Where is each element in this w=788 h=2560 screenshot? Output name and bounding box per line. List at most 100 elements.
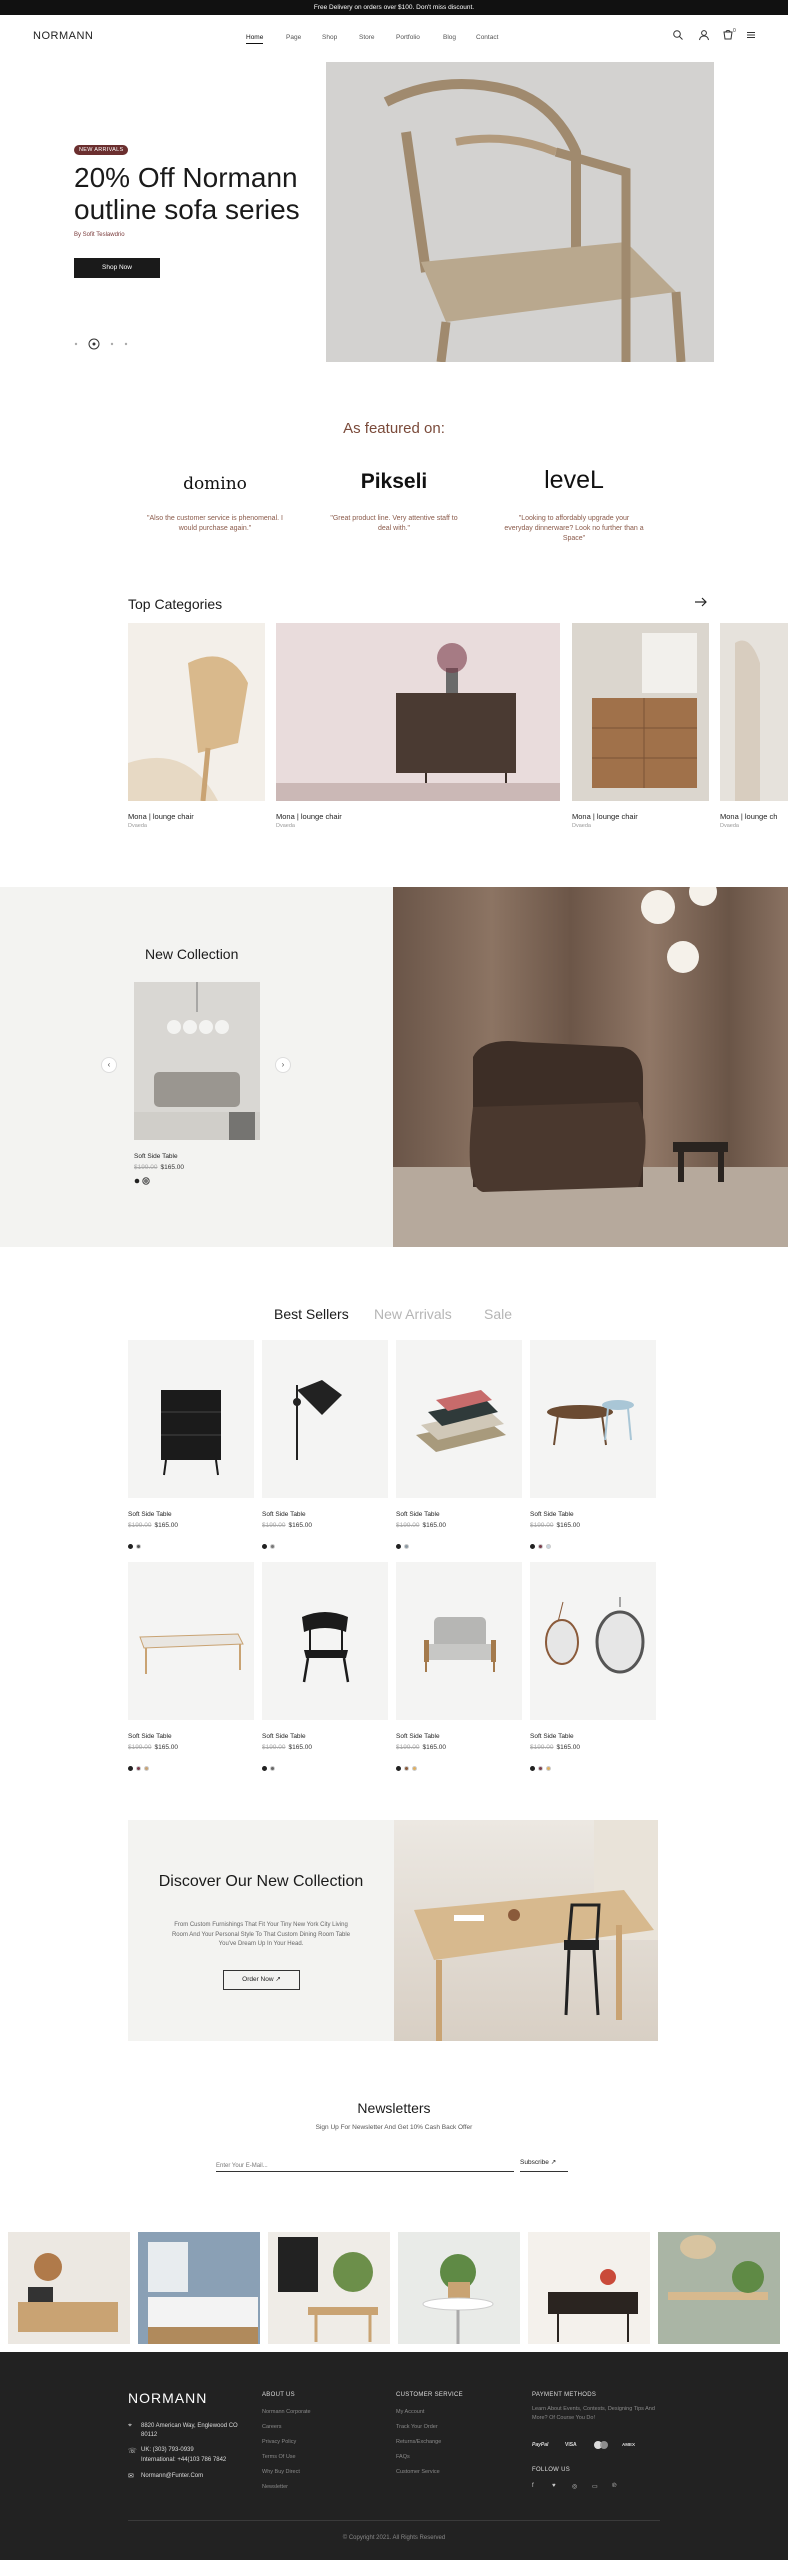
category-title[interactable]: Mona | lounge ch <box>720 812 777 821</box>
footer-link[interactable]: Terms Of Use <box>262 2450 311 2465</box>
product-image[interactable] <box>396 1340 522 1498</box>
youtube-icon[interactable]: ▭ <box>592 2483 598 2490</box>
category-image[interactable] <box>720 623 788 801</box>
product-image[interactable] <box>396 1562 522 1720</box>
product-title[interactable]: Soft Side Table <box>530 1733 574 1740</box>
product-title[interactable]: Soft Side Table <box>128 1733 172 1740</box>
instagram-image[interactable] <box>658 2232 780 2344</box>
nav-home[interactable]: Home <box>246 34 264 44</box>
product-title[interactable]: Soft Side Table <box>128 1511 172 1518</box>
site-logo[interactable]: NORMANN <box>33 30 93 42</box>
instagram-icon[interactable]: ◎ <box>572 2483 577 2490</box>
product-image[interactable] <box>262 1562 388 1720</box>
color-swatches[interactable] <box>530 1536 554 1554</box>
newsletter-subtitle: Sign Up For Newsletter And Get 10% Cash … <box>315 2124 473 2131</box>
arrow-right-icon[interactable] <box>694 596 708 608</box>
twitter-icon[interactable]: ♥ <box>552 2483 556 2489</box>
next-arrow-icon[interactable]: › <box>275 1057 291 1073</box>
color-swatches[interactable] <box>128 1758 152 1776</box>
featured-quote-pikseli: "Great product line. Very attentive staf… <box>330 515 458 532</box>
category-subtitle: Dvaeda <box>720 823 739 829</box>
footer-link[interactable]: Why Buy Direct <box>262 2465 311 2480</box>
footer-link[interactable]: Track Your Order <box>396 2420 441 2435</box>
newsletter-email-input[interactable]: Enter Your E-Mail... <box>216 2154 514 2172</box>
instagram-image[interactable] <box>398 2232 520 2344</box>
nav-contact[interactable]: Contact <box>476 34 498 41</box>
product-price: $199.00 $165.00 <box>262 1522 312 1529</box>
color-swatches[interactable] <box>530 1758 554 1776</box>
new-collection-product-image[interactable] <box>134 982 260 1140</box>
footer-link[interactable]: Returns/Exchange <box>396 2435 441 2450</box>
hero-byline: By Sofit Teslawdrio <box>74 232 125 238</box>
footer-link[interactable]: Normann Corporate <box>262 2405 311 2420</box>
footer-link[interactable]: Careers <box>262 2420 311 2435</box>
search-icon[interactable] <box>672 29 684 41</box>
color-swatches[interactable] <box>128 1536 144 1554</box>
footer-cs-heading: CUSTOMER SERVICE <box>396 2392 463 2398</box>
product-image[interactable] <box>530 1562 656 1720</box>
footer-link[interactable]: My Account <box>396 2405 441 2420</box>
footer-link[interactable]: FAQs <box>396 2450 441 2465</box>
product-price: $199.00 $165.00 <box>530 1522 580 1529</box>
hamburger-menu-icon[interactable] <box>745 29 757 41</box>
product-title[interactable]: Soft Side Table <box>396 1511 440 1518</box>
user-icon[interactable] <box>698 29 710 41</box>
footer-address: 8820 American Way, Englewood CO 80112 <box>141 2423 238 2438</box>
tab-sale[interactable]: Sale <box>484 1306 512 1322</box>
footer-about-links: Normann Corporate Careers Privacy Policy… <box>262 2405 311 2495</box>
nav-portfolio[interactable]: Portfolio <box>396 34 420 41</box>
color-swatches[interactable] <box>396 1536 412 1554</box>
nav-blog[interactable]: Blog <box>443 34 456 41</box>
category-title[interactable]: Mona | lounge chair <box>276 812 342 821</box>
footer-phone-uk: UK: (303) 793-0939 <box>141 2447 194 2453</box>
category-image[interactable] <box>572 623 709 801</box>
order-now-button[interactable]: Order Now ↗ <box>223 1970 300 1990</box>
hero-slider-dots[interactable] <box>72 338 132 350</box>
featured-logo-pikseli: Pikseli <box>360 470 428 493</box>
new-collection-product-title[interactable]: Soft Side Table <box>134 1153 178 1160</box>
shop-now-button[interactable]: Shop Now <box>74 258 160 278</box>
color-swatches[interactable] <box>262 1758 278 1776</box>
product-title[interactable]: Soft Side Table <box>530 1511 574 1518</box>
tab-best-sellers[interactable]: Best Sellers <box>274 1306 349 1322</box>
subscribe-button[interactable]: Subscribe ↗ <box>520 2154 568 2172</box>
category-image[interactable] <box>276 623 560 801</box>
amex-icon: AMEX <box>622 2442 636 2447</box>
category-title[interactable]: Mona | lounge chair <box>128 812 194 821</box>
color-swatches[interactable] <box>396 1758 420 1776</box>
pinterest-icon[interactable]: ℗ <box>612 2483 616 2489</box>
category-subtitle: Dvaeda <box>276 823 295 829</box>
paypal-icon: PayPal <box>532 2442 549 2448</box>
prev-arrow-icon[interactable]: ‹ <box>101 1057 117 1073</box>
product-title[interactable]: Soft Side Table <box>262 1733 306 1740</box>
footer-link[interactable]: Privacy Policy <box>262 2435 311 2450</box>
product-image[interactable] <box>128 1562 254 1720</box>
instagram-image[interactable] <box>8 2232 130 2344</box>
instagram-image[interactable] <box>138 2232 260 2344</box>
nav-shop[interactable]: Shop <box>322 34 337 41</box>
footer-logo[interactable]: NORMANN <box>128 2390 207 2406</box>
product-price: $199.00 $165.00 <box>396 1522 446 1529</box>
color-swatches[interactable] <box>134 1177 154 1185</box>
instagram-image[interactable] <box>268 2232 390 2344</box>
footer-email[interactable]: Normann@Funter.Com <box>141 2473 203 2479</box>
category-subtitle: Dvaeda <box>128 823 147 829</box>
tab-new-arrivals[interactable]: New Arrivals <box>374 1306 452 1322</box>
footer-link[interactable]: Customer Service <box>396 2465 441 2480</box>
footer-link[interactable]: Newsletter <box>262 2480 311 2495</box>
discover-title: Discover Our New Collection <box>158 1873 364 1890</box>
facebook-icon[interactable]: f <box>532 2483 534 2489</box>
product-image[interactable] <box>128 1340 254 1498</box>
product-image[interactable] <box>530 1340 656 1498</box>
nav-store[interactable]: Store <box>359 34 375 41</box>
instagram-image[interactable] <box>528 2232 650 2344</box>
product-title[interactable]: Soft Side Table <box>262 1511 306 1518</box>
product-image[interactable] <box>262 1340 388 1498</box>
product-title[interactable]: Soft Side Table <box>396 1733 440 1740</box>
color-swatches[interactable] <box>262 1536 278 1554</box>
nav-page[interactable]: Page <box>286 34 301 41</box>
footer-divider <box>128 2520 660 2521</box>
category-title[interactable]: Mona | lounge chair <box>572 812 638 821</box>
email-icon: ✉ <box>128 2473 134 2480</box>
category-image[interactable] <box>128 623 265 801</box>
